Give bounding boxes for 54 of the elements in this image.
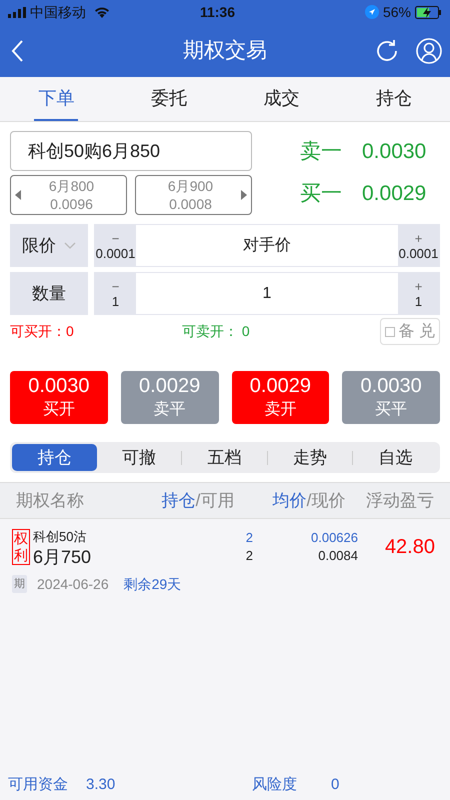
location-icon bbox=[364, 5, 379, 19]
segment-tab[interactable]: 持仓 bbox=[12, 444, 97, 471]
order-button[interactable]: 0.0029 卖开 bbox=[232, 371, 330, 424]
contract-name: 6月750 bbox=[33, 546, 92, 566]
quote-label: 买一 bbox=[300, 181, 342, 208]
clock-time: 11:36 bbox=[198, 2, 236, 22]
floating-pnl: 42.80 bbox=[384, 535, 436, 560]
battery-percent: 56% bbox=[382, 2, 411, 22]
column-header: 期权名称 bbox=[16, 490, 85, 512]
segment-tab[interactable]: 自选 bbox=[353, 444, 438, 471]
caret-left-icon bbox=[15, 190, 21, 200]
contract-field[interactable]: 科创50购6月850 bbox=[10, 131, 252, 171]
days-remaining: 剩余29天 bbox=[124, 574, 182, 594]
position-row[interactable]: 权 利 科创50沽 6月750 2 2 0.00626 0.0084 42.80 期 2024-06-26 剩余29天 bbox=[0, 519, 450, 604]
expiry-date: 2024-06-26 bbox=[37, 574, 109, 594]
column-header: 均价/现价 bbox=[272, 490, 346, 512]
column-header: 浮动盈亏 bbox=[365, 490, 434, 512]
chevron-down-icon bbox=[64, 242, 76, 250]
quote-price: 0.0029 bbox=[362, 181, 426, 208]
available-buy-open: 可买开：0 bbox=[10, 322, 75, 341]
wifi-icon bbox=[94, 6, 110, 18]
adjacent-contract-button[interactable]: 6月800 0.0096 bbox=[10, 175, 127, 215]
footer-value: 3.30 bbox=[86, 775, 116, 795]
order-button[interactable]: 0.0030 买开 bbox=[10, 371, 108, 424]
page-title: 期权交易 bbox=[182, 38, 268, 64]
segment-tab[interactable]: 可撤 bbox=[96, 444, 182, 471]
tab[interactable]: 委托 bbox=[146, 77, 191, 121]
footer-label: 可用资金 bbox=[8, 775, 68, 795]
available-quantity: 2 bbox=[246, 546, 253, 565]
adjacent-contract-button[interactable]: 6月900 0.0008 bbox=[135, 175, 252, 215]
footer-label: 风险度 bbox=[252, 775, 297, 795]
quote-price: 0.0030 bbox=[362, 139, 426, 166]
last-price: 0.0084 bbox=[318, 546, 358, 565]
tab[interactable]: 持仓 bbox=[372, 77, 416, 121]
field-label: 数量 bbox=[10, 272, 88, 315]
quote-label: 卖一 bbox=[300, 139, 342, 166]
available-sell-open: 可卖开： 0 bbox=[182, 322, 251, 341]
underlying-name: 科创50沽 bbox=[33, 528, 88, 546]
tab[interactable]: 成交 bbox=[259, 77, 304, 121]
expiry-tag: 期 bbox=[12, 574, 27, 594]
column-header: 持仓/可用 bbox=[160, 490, 236, 512]
user-icon[interactable] bbox=[416, 38, 442, 64]
segment-tab[interactable]: 五档 bbox=[182, 444, 267, 471]
average-price: 0.00626 bbox=[311, 528, 358, 547]
position-quantity: 2 bbox=[246, 528, 253, 547]
carrier-name: 中国移动 bbox=[30, 2, 86, 22]
order-type-select[interactable]: 限价 bbox=[22, 232, 76, 258]
battery-charging-icon bbox=[415, 6, 442, 18]
caret-right-icon bbox=[241, 190, 247, 200]
signal-icon bbox=[8, 6, 26, 18]
refresh-icon[interactable] bbox=[374, 38, 400, 64]
segment-tab[interactable]: 走势 bbox=[268, 444, 352, 471]
right-type-tag: 权 利 bbox=[12, 528, 30, 565]
footer-value: 0 bbox=[331, 775, 340, 795]
